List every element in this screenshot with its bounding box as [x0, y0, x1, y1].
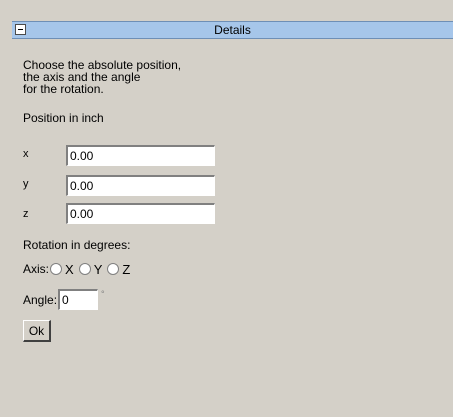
axis-x-label: X	[65, 261, 74, 277]
x-label: x	[23, 148, 29, 160]
y-label: y	[23, 178, 29, 190]
axis-y-label: Y	[93, 261, 103, 277]
position-heading: Position in inch	[23, 111, 104, 125]
z-label: z	[23, 208, 29, 220]
degree-mark: °	[101, 289, 105, 299]
panel-titlebar: Details	[12, 21, 453, 39]
ok-button[interactable]: Ok	[23, 320, 51, 342]
axis-row: Axis: X Y Z	[23, 261, 135, 277]
instructions-line-3: for the rotation.	[23, 82, 104, 96]
axis-y-radio[interactable]	[78, 263, 91, 275]
y-input[interactable]	[66, 175, 215, 196]
instructions-text: Choose the absolute position, the axis a…	[23, 59, 283, 95]
axis-label: Axis:	[23, 262, 50, 276]
details-panel: Details Choose the absolute position, th…	[12, 21, 453, 417]
rotation-heading: Rotation in degrees:	[23, 238, 131, 252]
angle-input[interactable]	[58, 289, 99, 310]
z-input[interactable]	[66, 203, 215, 224]
angle-row: Angle: °	[23, 289, 105, 310]
x-input[interactable]	[66, 145, 215, 166]
angle-label: Angle:	[23, 292, 58, 307]
panel-title: Details	[214, 23, 251, 37]
axis-z-label: Z	[122, 261, 131, 277]
axis-x-radio[interactable]	[50, 263, 63, 275]
axis-z-radio[interactable]	[107, 263, 120, 275]
